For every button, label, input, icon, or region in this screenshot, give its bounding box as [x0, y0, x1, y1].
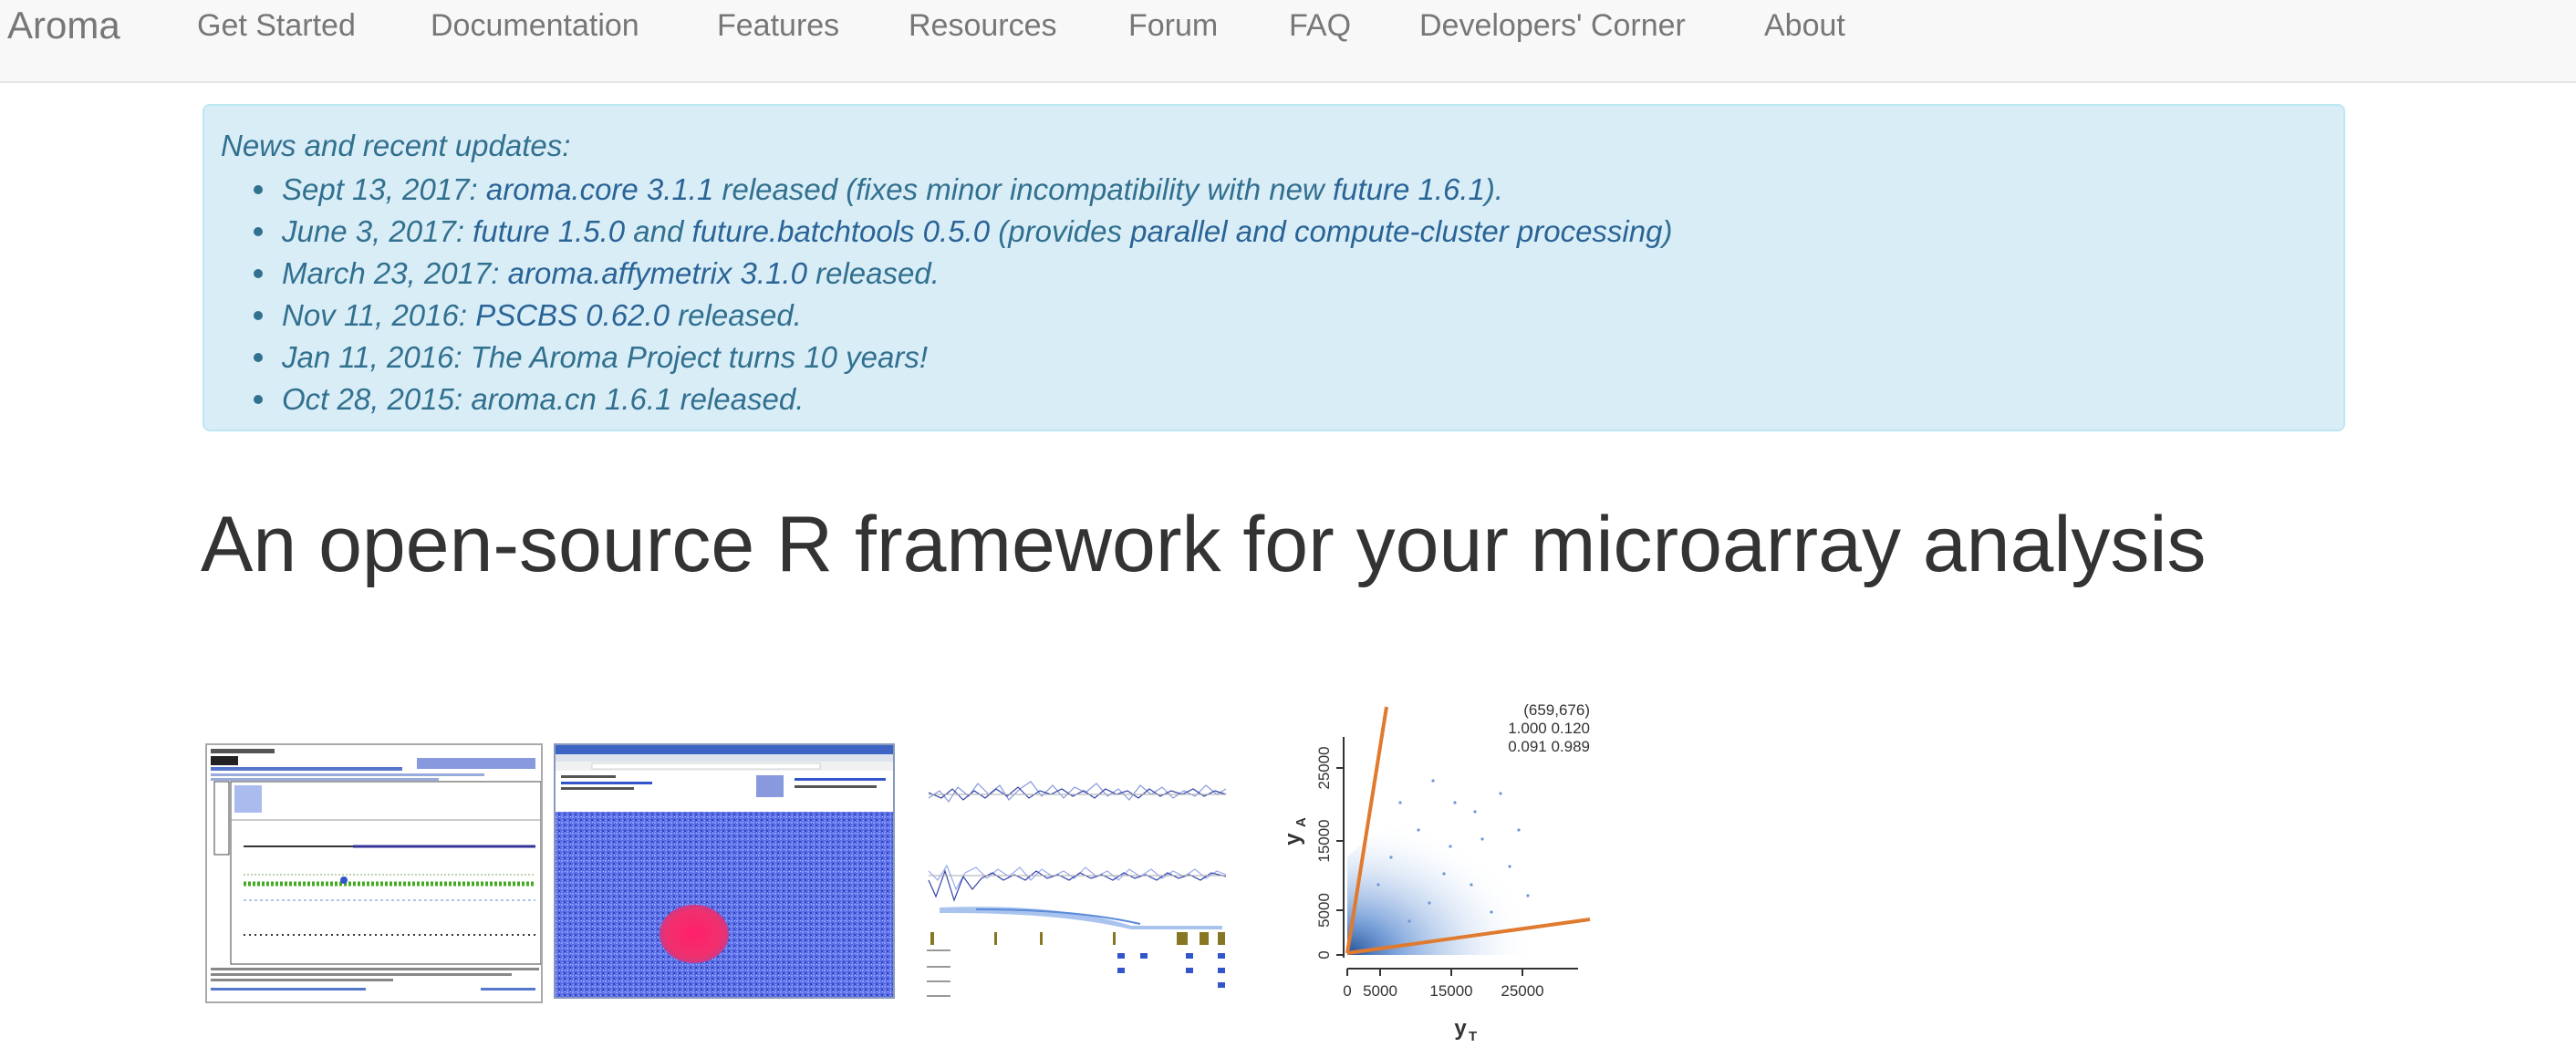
scatter-annotation: (659,676): [1523, 701, 1590, 719]
news-link-future[interactable]: future 1.5.0: [473, 214, 625, 248]
news-text: released.: [670, 298, 802, 332]
page-headline: An open-source R framework for your micr…: [201, 501, 2207, 588]
news-text: ): [1662, 214, 1673, 248]
x-tick-label: 15000: [1429, 982, 1472, 1000]
news-item: March 23, 2017: aroma.affymetrix 3.1.0 r…: [254, 253, 1672, 295]
y-tick-label: 5000: [1315, 893, 1333, 928]
scatter-annotation: 1.000 0.120: [1508, 720, 1590, 737]
news-text: The Aroma Project turns 10 years!: [470, 340, 929, 374]
news-alert-box: News and recent updates: Sept 13, 2017: …: [203, 104, 2345, 431]
chromosome-explorer-image: [207, 745, 541, 1001]
news-link-aroma-affymetrix[interactable]: aroma.affymetrix 3.1.0: [508, 256, 807, 290]
news-text: aroma.cn 1.6.1 released.: [471, 382, 805, 416]
nav-developers-corner[interactable]: Developers' Corner: [1419, 5, 1686, 46]
news-link-pscbs[interactable]: PSCBS 0.62.0: [475, 298, 670, 332]
news-item: Oct 28, 2015: aroma.cn 1.6.1 released.: [254, 379, 1672, 420]
news-text: and: [625, 214, 692, 248]
nav-features[interactable]: Features: [717, 5, 839, 46]
x-tick-label: 0: [1343, 982, 1351, 1000]
scatter-plot-image: 0 5000 15000 25000 0 5000 15000 25000 y …: [1263, 693, 1592, 1049]
news-text: released (fixes minor incompatibility wi…: [713, 172, 1333, 206]
y-axis-label: y: [1281, 833, 1305, 845]
x-axis-label: y: [1454, 1016, 1467, 1041]
y-tick-label: 15000: [1315, 819, 1333, 862]
thumbnail-array-explorer[interactable]: [554, 743, 895, 999]
news-item: June 3, 2017: future 1.5.0 and future.ba…: [254, 211, 1673, 253]
news-text: ).: [1484, 172, 1504, 206]
nav-get-started[interactable]: Get Started: [197, 5, 356, 46]
nav-documentation[interactable]: Documentation: [431, 5, 639, 46]
nav-faq[interactable]: FAQ: [1289, 5, 1351, 46]
thumbnail-chromosome-explorer[interactable]: [205, 743, 543, 1003]
news-item: Nov 11, 2016: PSCBS 0.62.0 released.: [254, 295, 1672, 337]
y-tick-label: 25000: [1315, 746, 1333, 789]
bullet-icon: [254, 227, 263, 236]
news-text: released.: [806, 256, 940, 290]
brand-logo-link[interactable]: Aroma: [7, 2, 120, 49]
news-link-parallel-processing[interactable]: parallel and compute-cluster processing: [1130, 214, 1662, 248]
news-date: June 3, 2017:: [282, 214, 464, 248]
bullet-icon: [254, 353, 263, 362]
news-link-future-batchtools[interactable]: future.batchtools 0.5.0: [692, 214, 991, 248]
copy-number-tracks-image: [921, 743, 1234, 1003]
news-date: Sept 13, 2017:: [282, 172, 478, 206]
news-item: Jan 11, 2016: The Aroma Project turns 10…: [254, 337, 1672, 379]
news-link-future[interactable]: future 1.6.1: [1333, 172, 1485, 206]
array-explorer-image: [556, 745, 893, 997]
news-item: Sept 13, 2017: aroma.core 3.1.1 released…: [254, 169, 1672, 211]
news-title: News and recent updates:: [221, 129, 571, 162]
news-list: Sept 13, 2017: aroma.core 3.1.1 released…: [254, 169, 1673, 420]
nav-resources[interactable]: Resources: [909, 5, 1057, 46]
top-navbar: Aroma Get Started Documentation Features…: [0, 0, 2576, 83]
news-date: Oct 28, 2015:: [282, 382, 463, 416]
bullet-icon: [254, 185, 263, 194]
scatter-annotation: 0.091 0.989: [1508, 738, 1590, 755]
bullet-icon: [254, 311, 263, 320]
bullet-icon: [254, 395, 263, 404]
y-axis-label-subscript: A: [1293, 817, 1309, 827]
news-link-aroma-core[interactable]: aroma.core 3.1.1: [486, 172, 713, 206]
bullet-icon: [254, 269, 263, 278]
news-date: Jan 11, 2016:: [282, 340, 462, 374]
thumbnail-scatter-plot[interactable]: 0 5000 15000 25000 0 5000 15000 25000 y …: [1263, 693, 1592, 1049]
x-tick-label: 5000: [1363, 982, 1397, 1000]
thumbnail-copy-number-tracks[interactable]: [921, 743, 1234, 1003]
x-axis-label-subscript: T: [1469, 1029, 1477, 1044]
nav-about[interactable]: About: [1764, 5, 1845, 46]
y-tick-label: 0: [1315, 950, 1333, 959]
x-tick-label: 25000: [1501, 982, 1543, 1000]
news-date: Nov 11, 2016:: [282, 298, 468, 332]
nav-forum[interactable]: Forum: [1128, 5, 1218, 46]
news-date: March 23, 2017:: [282, 256, 500, 290]
news-text: (provides: [990, 214, 1131, 248]
